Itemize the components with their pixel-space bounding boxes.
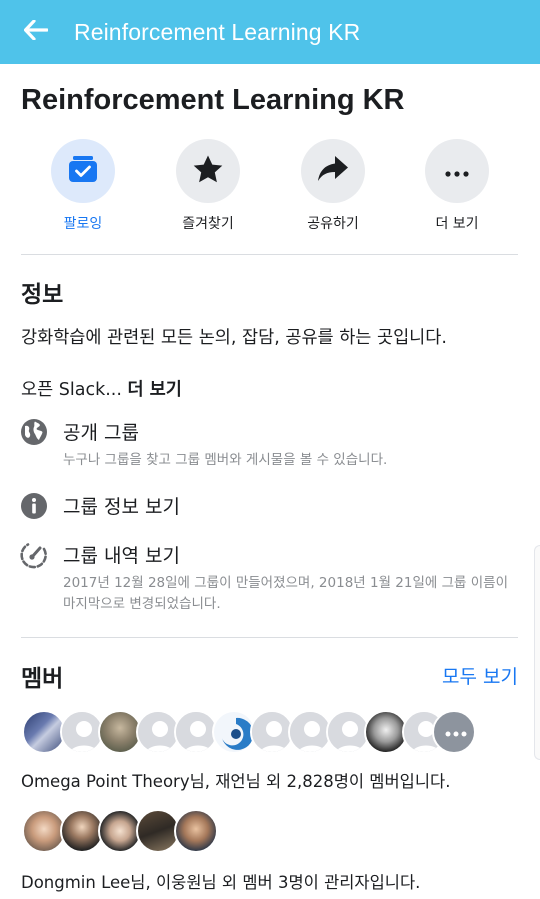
privacy-subtitle: 누구나 그룹을 찾고 그룹 멤버와 게시물을 볼 수 있습니다. [63, 452, 388, 468]
following-label: 팔로잉 [63, 216, 103, 232]
action-bar: 팔로잉 즐겨찾기 공유하기 더 보기 [0, 139, 540, 239]
following-check-icon [68, 155, 98, 187]
globe-icon [20, 418, 48, 446]
following-button-circle[interactable] [51, 139, 115, 203]
more-dots-icon [445, 162, 469, 181]
more-button[interactable]: 더 보기 [402, 139, 512, 233]
privacy-title: 공개 그룹 [63, 422, 139, 444]
following-button[interactable]: 팔로잉 [28, 139, 138, 233]
share-label: 공유하기 [307, 216, 359, 232]
arrow-left-icon [23, 19, 49, 44]
favorites-label: 즐겨찾기 [182, 216, 234, 232]
share-button[interactable]: 공유하기 [278, 139, 388, 233]
scroll-handle[interactable] [534, 545, 540, 760]
about-section-title: 정보 [21, 282, 64, 308]
history-subtitle: 2017년 12월 28일에 그룹이 만들어졌으며, 2018년 1월 21일에… [63, 575, 508, 612]
more-label: 더 보기 [435, 216, 479, 232]
history-icon [20, 541, 48, 569]
see-all-members-link[interactable]: 모두 보기 [442, 662, 518, 689]
more-members-icon[interactable] [432, 710, 476, 754]
group-info-title[interactable]: 그룹 정보 보기 [63, 492, 180, 519]
group-description: 강화학습에 관련된 모든 논의, 잡담, 공유를 하는 곳입니다. [21, 328, 447, 348]
page-title: Reinforcement Learning KR [21, 84, 405, 116]
members-summary: Omega Point Theory님, 재언님 외 2,828명이 멤버입니다… [21, 772, 451, 791]
member-avatar-row[interactable] [22, 710, 482, 754]
avatar[interactable] [174, 809, 218, 853]
slack-text: 오픈 Slack... [21, 380, 122, 400]
favorites-button[interactable]: 즐겨찾기 [153, 139, 263, 233]
admins-summary: Dongmin Lee님, 이웅원님 외 멤버 3명이 관리자입니다. [21, 873, 421, 892]
back-button[interactable] [0, 0, 74, 64]
top-bar: Reinforcement Learning KR [0, 0, 540, 64]
history-title[interactable]: 그룹 내역 보기 [63, 541, 180, 568]
admin-avatar-row[interactable] [22, 809, 222, 853]
share-button-circle[interactable] [301, 139, 365, 203]
divider [21, 637, 518, 638]
members-section-title: 멤버 [21, 666, 64, 692]
more-button-circle[interactable] [425, 139, 489, 203]
divider [21, 254, 518, 255]
share-arrow-icon [317, 155, 349, 187]
star-icon [192, 154, 224, 188]
info-icon [20, 492, 48, 520]
app-bar-title: Reinforcement Learning KR [74, 18, 361, 45]
slack-description: 오픈 Slack... 더 보기 [21, 376, 182, 401]
see-more-link[interactable]: 더 보기 [127, 380, 181, 400]
favorites-button-circle[interactable] [176, 139, 240, 203]
